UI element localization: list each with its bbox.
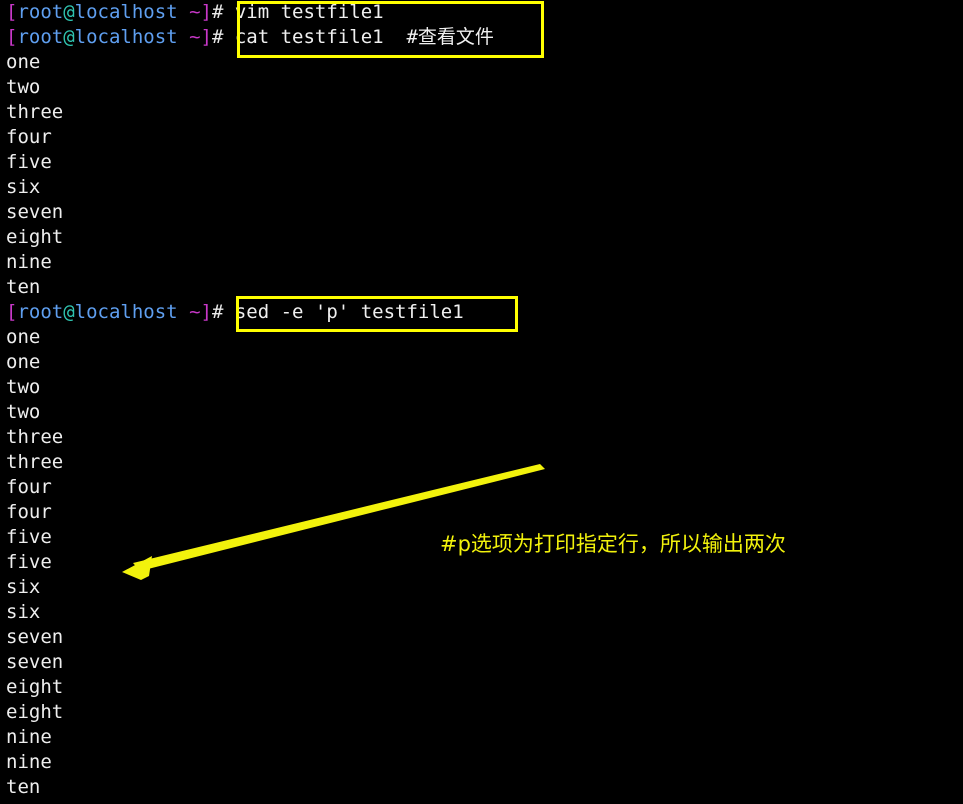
prompt-cwd-tilde: ~ [177, 301, 201, 323]
prompt-line-vim: [root@localhost ~]# vim testfile1 [0, 0, 963, 25]
prompt-line-sed: [root@localhost ~]# sed -e 'p' testfile1 [0, 300, 963, 325]
prompt-cwd-tilde: ~ [177, 26, 201, 48]
output-line: five [6, 151, 52, 173]
output-line: eight [6, 226, 64, 248]
annotation-text: #p选项为打印指定行，所以输出两次 [440, 532, 786, 556]
output-line: one [6, 51, 41, 73]
cat-output-block: one two three four five six seven eight nine ten [0, 50, 963, 300]
terminal-screen: [root@localhost ~]# vim testfile1 [root@… [0, 0, 963, 804]
output-line: two [6, 376, 41, 398]
output-line: nine [6, 751, 52, 773]
prompt-at-symbol: @ [63, 301, 75, 323]
prompt-user: root [17, 301, 64, 323]
output-line: three [6, 426, 64, 448]
output-line: two [6, 401, 41, 423]
prompt-open-bracket: [ [6, 26, 18, 48]
prompt-open-bracket: [ [6, 1, 18, 23]
command-sed: sed -e 'p' testfile1 [223, 301, 464, 323]
prompt-host: localhost [74, 301, 178, 323]
prompt-open-bracket: [ [6, 301, 18, 323]
prompt-close-bracket: ] [200, 1, 212, 23]
command-vim: vim testfile1 [223, 1, 384, 23]
prompt-hash: # [211, 26, 224, 48]
output-line: seven [6, 201, 64, 223]
sed-output-block: one one two two three three four four five five si… [0, 325, 963, 800]
output-line: four [6, 476, 52, 498]
output-line: two [6, 76, 41, 98]
output-line: four [6, 126, 52, 148]
output-line: six [6, 176, 41, 198]
output-line: three [6, 451, 64, 473]
prompt-hash: # [211, 301, 224, 323]
output-line: seven [6, 651, 64, 673]
terminal-output-area[interactable]: [root@localhost ~]# vim testfile1 [root@… [0, 0, 963, 800]
output-line: four [6, 501, 52, 523]
output-line: eight [6, 676, 64, 698]
prompt-hash: # [211, 1, 224, 23]
output-line: ten [6, 276, 41, 298]
output-line: nine [6, 726, 52, 748]
output-line: one [6, 351, 41, 373]
output-line: nine [6, 251, 52, 273]
prompt-host: localhost [74, 26, 178, 48]
prompt-close-bracket: ] [200, 301, 212, 323]
output-line: six [6, 601, 41, 623]
prompt-at-symbol: @ [63, 1, 75, 23]
prompt-user: root [17, 26, 64, 48]
prompt-at-symbol: @ [63, 26, 75, 48]
prompt-line-cat: [root@localhost ~]# cat testfile1 #查看文件 [0, 25, 963, 50]
prompt-user: root [17, 1, 64, 23]
output-line: six [6, 576, 41, 598]
prompt-cwd-tilde: ~ [177, 1, 201, 23]
prompt-host: localhost [74, 1, 178, 23]
command-cat: cat testfile1 #查看文件 [223, 26, 494, 48]
prompt-close-bracket: ] [200, 26, 212, 48]
output-line: three [6, 101, 64, 123]
output-line: eight [6, 701, 64, 723]
output-line: ten [6, 776, 41, 798]
output-line: one [6, 326, 41, 348]
output-line: seven [6, 626, 64, 648]
